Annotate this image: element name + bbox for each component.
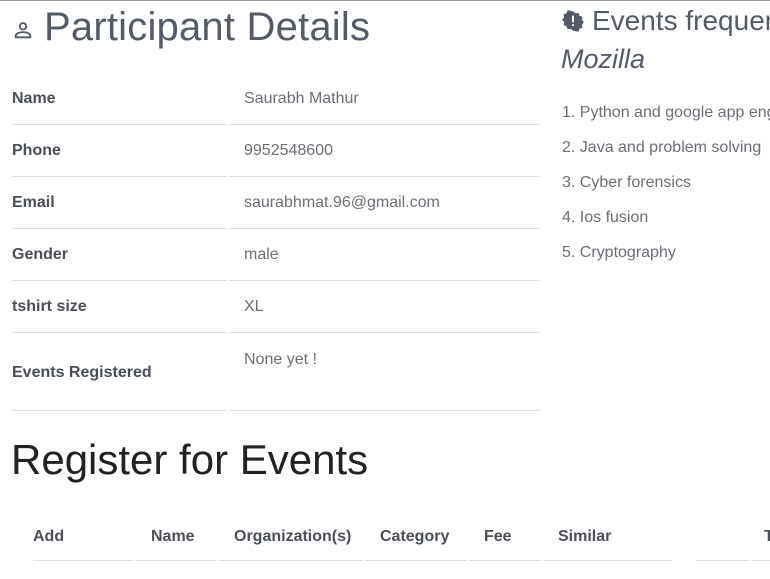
frequent-events-list: 1. Python and google app eng 2. Java and… [562,100,770,275]
detail-value: male [230,229,539,281]
column-header-fee[interactable]: Fee [484,514,512,560]
header-divider [696,560,749,561]
detail-row-email: Email saurabhmat.96@gmail.com [12,177,539,229]
column-header-organizations[interactable]: Organization(s) [234,514,351,560]
detail-value: Saurabh Mathur [230,73,539,125]
detail-row-tshirt-size: tshirt size XL [12,281,539,333]
detail-row-phone: Phone 9952548600 [12,125,539,177]
column-header-name[interactable]: Name [151,514,195,560]
detail-value: 9952548600 [230,125,539,177]
list-item: 1. Python and google app eng [562,104,770,121]
list-item: 2. Java and problem solving [562,139,762,156]
header-divider [136,560,216,561]
detail-value: saurabhmat.96@gmail.com [230,177,539,229]
header-divider [33,560,133,561]
header-divider [752,560,770,561]
detail-label: Name [12,73,227,125]
detail-label: Gender [12,229,227,281]
page-title: Participant Details [44,4,371,49]
events-frequented-heading: Events frequer [562,4,770,38]
events-table-header: Add Name Organization(s) Category Fee Si… [12,514,770,561]
participant-details-heading: Participant Details [12,0,370,54]
page: Participant Details Name Saurabh Mathur … [0,0,770,579]
organization-name: Mozilla [561,44,646,74]
detail-label: tshirt size [12,281,227,333]
detail-label: Phone [12,125,227,177]
register-events-heading: Register for Events [11,436,369,483]
detail-row-gender: Gender male [12,229,539,281]
participant-details-table: Name Saurabh Mathur Phone 9952548600 Ema… [12,73,539,411]
list-item: 4. Ios fusion [562,209,649,226]
detail-row-name: Name Saurabh Mathur [12,73,539,125]
column-header-add[interactable]: Add [33,514,64,560]
header-divider [365,560,467,561]
detail-row-events-registered: Events Registered None yet ! [12,333,539,411]
header-divider [544,560,672,561]
column-header-category[interactable]: Category [380,514,449,560]
column-header-similar[interactable]: Similar [558,514,611,560]
column-header-truncated[interactable]: T [764,514,770,560]
detail-label: Events Registered [12,333,227,411]
header-divider [470,560,541,561]
detail-value: XL [230,281,539,333]
person-icon [14,22,32,39]
list-item: 3. Cyber forensics [562,174,691,191]
detail-label: Email [12,177,227,229]
list-item: 5. Cryptography [562,244,676,261]
detail-value: None yet ! [230,333,539,411]
header-divider [219,560,362,561]
badge-icon [562,10,584,32]
events-frequented-title: Events frequer [592,5,770,36]
